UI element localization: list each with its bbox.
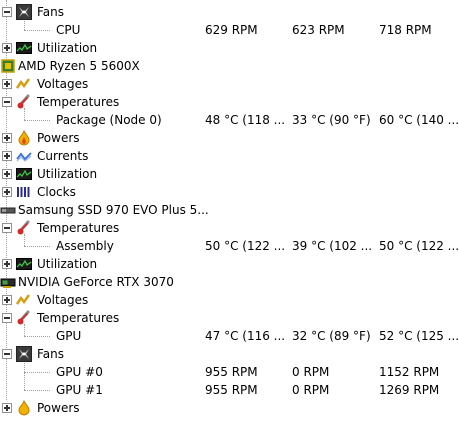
- utilization-chart-icon: [16, 40, 32, 56]
- tree-row-clocks[interactable]: Clocks: [0, 183, 459, 201]
- sensor-tree: Fans CPU 629 RPM 623 RPM 718 RPM Utiliza…: [0, 0, 459, 416]
- sensor-max: 50 °C (122 ...: [379, 239, 459, 253]
- expand-toggle[interactable]: [2, 151, 12, 161]
- row-label: AMD Ryzen 5 5600X: [18, 59, 140, 73]
- sensor-value: 629 RPM: [205, 23, 258, 37]
- row-label: Powers: [37, 131, 80, 145]
- thermometer-icon: [16, 310, 32, 326]
- tree-row-temperatures[interactable]: Temperatures: [0, 219, 459, 237]
- sensor-value: 50 °C (122 ...: [205, 239, 286, 253]
- current-wave-icon: [16, 148, 32, 164]
- row-label: Voltages: [37, 293, 89, 307]
- expand-toggle[interactable]: [2, 403, 12, 413]
- sensor-min: 33 °C (90 °F): [292, 113, 371, 127]
- sensor-label: GPU: [56, 329, 82, 343]
- tree-row-voltages[interactable]: Voltages: [0, 75, 459, 93]
- tree-row-sensor[interactable]: Package (Node 0) 48 °C (118 ... 33 °C (9…: [0, 111, 459, 129]
- expand-toggle[interactable]: [2, 43, 12, 53]
- sensor-min: 0 RPM: [292, 365, 330, 379]
- collapse-toggle[interactable]: [2, 223, 12, 233]
- tree-row-utilization[interactable]: Utilization: [0, 255, 459, 273]
- tree-row-sensor[interactable]: CPU 629 RPM 623 RPM 718 RPM: [0, 21, 459, 39]
- collapse-toggle[interactable]: [2, 97, 12, 107]
- tree-row-temperatures[interactable]: Temperatures: [0, 93, 459, 111]
- row-label: Clocks: [37, 185, 76, 199]
- sensor-min: 0 RPM: [292, 383, 330, 397]
- expand-toggle[interactable]: [2, 133, 12, 143]
- tree-row-drive-device[interactable]: Samsung SSD 970 EVO Plus 5...: [0, 201, 459, 219]
- tree-row-powers[interactable]: Powers: [0, 399, 459, 417]
- expand-toggle[interactable]: [2, 187, 12, 197]
- collapse-toggle[interactable]: [2, 349, 12, 359]
- row-label: NVIDIA GeForce RTX 3070: [18, 275, 174, 289]
- row-label: Fans: [37, 5, 65, 19]
- row-label: Temperatures: [37, 95, 120, 109]
- fan-icon: [16, 346, 32, 362]
- cpu-chip-icon: [0, 58, 16, 74]
- tree-row-temperatures[interactable]: Temperatures: [0, 309, 459, 327]
- sensor-label: Package (Node 0): [56, 113, 162, 127]
- tree-row-voltages[interactable]: Voltages: [0, 291, 459, 309]
- tree-row-sensor[interactable]: GPU #0 955 RPM 0 RPM 1152 RPM: [0, 363, 459, 381]
- sensor-value: 47 °C (116 ...: [205, 329, 286, 343]
- tree-row-cpu-device[interactable]: AMD Ryzen 5 5600X: [0, 57, 459, 75]
- row-label: Fans: [37, 347, 65, 361]
- flame-icon: [16, 399, 32, 416]
- tree-row-currents[interactable]: Currents: [0, 147, 459, 165]
- sensor-value: 48 °C (118 ...: [205, 113, 286, 127]
- row-label: Utilization: [37, 41, 98, 55]
- sensor-min: 39 °C (102 ...: [292, 239, 373, 253]
- sensor-max: 718 RPM: [379, 23, 432, 37]
- row-label: Voltages: [37, 77, 89, 91]
- row-label: Samsung SSD 970 EVO Plus 5...: [18, 203, 209, 217]
- thermometer-icon: [16, 94, 32, 110]
- tree-row-fans[interactable]: Fans: [0, 3, 459, 21]
- tree-row-sensor[interactable]: GPU #1 955 RPM 0 RPM 1269 RPM: [0, 381, 459, 399]
- sensor-max: 60 °C (140 ...: [379, 113, 459, 127]
- expand-toggle[interactable]: [2, 169, 12, 179]
- row-label: Currents: [37, 149, 89, 163]
- tree-row-utilization[interactable]: Utilization: [0, 165, 459, 183]
- gpu-card-icon: [0, 274, 16, 290]
- sensor-label: CPU: [56, 23, 81, 37]
- sensor-label: GPU #0: [56, 365, 103, 379]
- row-label: Temperatures: [37, 311, 120, 325]
- sensor-value: 955 RPM: [205, 365, 258, 379]
- collapse-toggle[interactable]: [2, 7, 12, 17]
- clock-bars-icon: [16, 184, 32, 200]
- sensor-min: 32 °C (89 °F): [292, 329, 371, 343]
- row-label: Temperatures: [37, 221, 120, 235]
- sensor-label: Assembly: [56, 239, 114, 253]
- fan-icon: [16, 4, 32, 20]
- tree-row-sensor[interactable]: GPU 47 °C (116 ... 32 °C (89 °F) 52 °C (…: [0, 327, 459, 345]
- sensor-label: GPU #1: [56, 383, 103, 397]
- sensor-max: 1152 RPM: [379, 365, 440, 379]
- tree-row-sensor[interactable]: Assembly 50 °C (122 ... 39 °C (102 ... 5…: [0, 237, 459, 255]
- row-label: Utilization: [37, 257, 98, 271]
- voltage-icon: [15, 76, 32, 92]
- utilization-chart-icon: [16, 166, 32, 182]
- tree-row-utilization[interactable]: Utilization: [0, 39, 459, 57]
- sensor-min: 623 RPM: [292, 23, 345, 37]
- expand-toggle[interactable]: [2, 79, 12, 89]
- sensor-value: 955 RPM: [205, 383, 258, 397]
- expand-toggle[interactable]: [2, 259, 12, 269]
- voltage-icon: [15, 292, 32, 308]
- tree-row-fans[interactable]: Fans: [0, 345, 459, 363]
- thermometer-icon: [16, 220, 32, 236]
- flame-icon: [16, 129, 32, 146]
- sensor-max: 52 °C (125 ...: [379, 329, 459, 343]
- expand-toggle[interactable]: [2, 295, 12, 305]
- drive-icon: [0, 202, 16, 218]
- row-label: Powers: [37, 401, 80, 415]
- utilization-chart-icon: [16, 256, 32, 272]
- collapse-toggle[interactable]: [2, 313, 12, 323]
- sensor-max: 1269 RPM: [379, 383, 440, 397]
- tree-row-gpu-device[interactable]: NVIDIA GeForce RTX 3070: [0, 273, 459, 291]
- tree-row-powers[interactable]: Powers: [0, 129, 459, 147]
- row-label: Utilization: [37, 167, 98, 181]
